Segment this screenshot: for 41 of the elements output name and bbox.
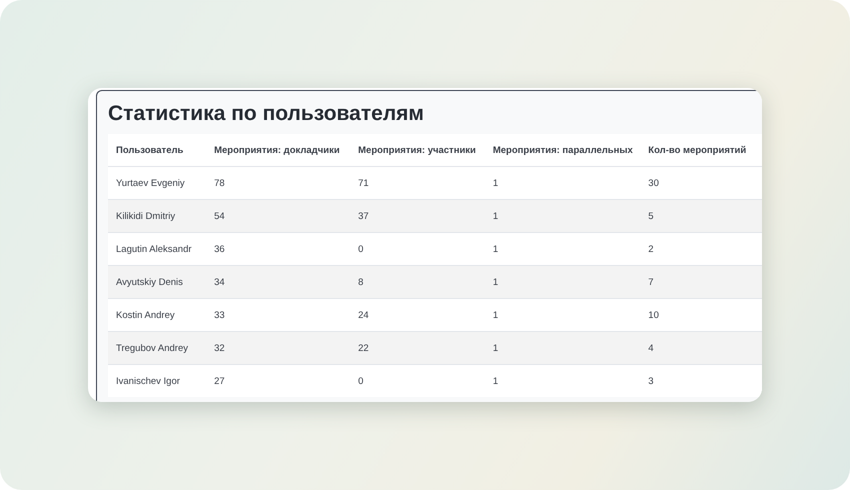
- column-header: Пользователь: [108, 134, 206, 166]
- table-cell: 27: [206, 364, 350, 397]
- table-cell: 0: [350, 232, 485, 266]
- column-header: Кол-во мероприятий: [640, 134, 762, 166]
- table-cell: 2: [640, 232, 762, 266]
- column-header: Мероприятия: параллельных: [484, 134, 640, 166]
- table-cell: 54: [206, 200, 350, 232]
- table-cell: 1: [484, 298, 640, 332]
- table-cell: 5: [640, 200, 762, 232]
- table-cell: 10: [640, 298, 762, 332]
- table-cell: 1: [484, 232, 640, 266]
- table-cell: 1: [484, 166, 640, 200]
- table-cell: 71: [350, 166, 485, 200]
- table-cell: 78: [206, 166, 350, 200]
- table-cell: Avyutskiy Denis: [108, 266, 206, 298]
- table-cell: 30: [640, 166, 762, 200]
- table-cell: 1: [484, 266, 640, 298]
- table-cell: 33: [206, 298, 350, 332]
- table-cell: Lagutin Aleksandr: [108, 232, 206, 266]
- table-cell: Yurtaev Evgeniy: [108, 166, 206, 200]
- column-header: Мероприятия: докладчики: [206, 134, 350, 166]
- table-cell: Tregubov Andrey: [108, 332, 206, 364]
- column-header: Мероприятия: участники: [350, 134, 485, 166]
- table-cell: 37: [350, 200, 485, 232]
- table-cell: 1: [484, 200, 640, 232]
- table-cell: Ivanischev Igor: [108, 364, 206, 397]
- table-cell: 1: [484, 364, 640, 397]
- table-cell: Kostin Andrey: [108, 298, 206, 332]
- table-cell: 22: [350, 332, 485, 364]
- table-cell: 36: [206, 232, 350, 266]
- table-cell: 24: [350, 298, 485, 332]
- page-title: Статистика по пользователям: [108, 101, 425, 127]
- table-cell: 34: [206, 266, 350, 298]
- table-cell: 7: [640, 266, 762, 298]
- table-cell: 3: [640, 364, 762, 397]
- table-cell: 0: [350, 364, 485, 397]
- table-cell: 4: [640, 332, 762, 364]
- table-cell: 8: [350, 266, 485, 298]
- table-cell: 32: [206, 332, 350, 364]
- table-cell: 1: [484, 332, 640, 364]
- table-cell: Kilikidi Dmitriy: [108, 200, 206, 232]
